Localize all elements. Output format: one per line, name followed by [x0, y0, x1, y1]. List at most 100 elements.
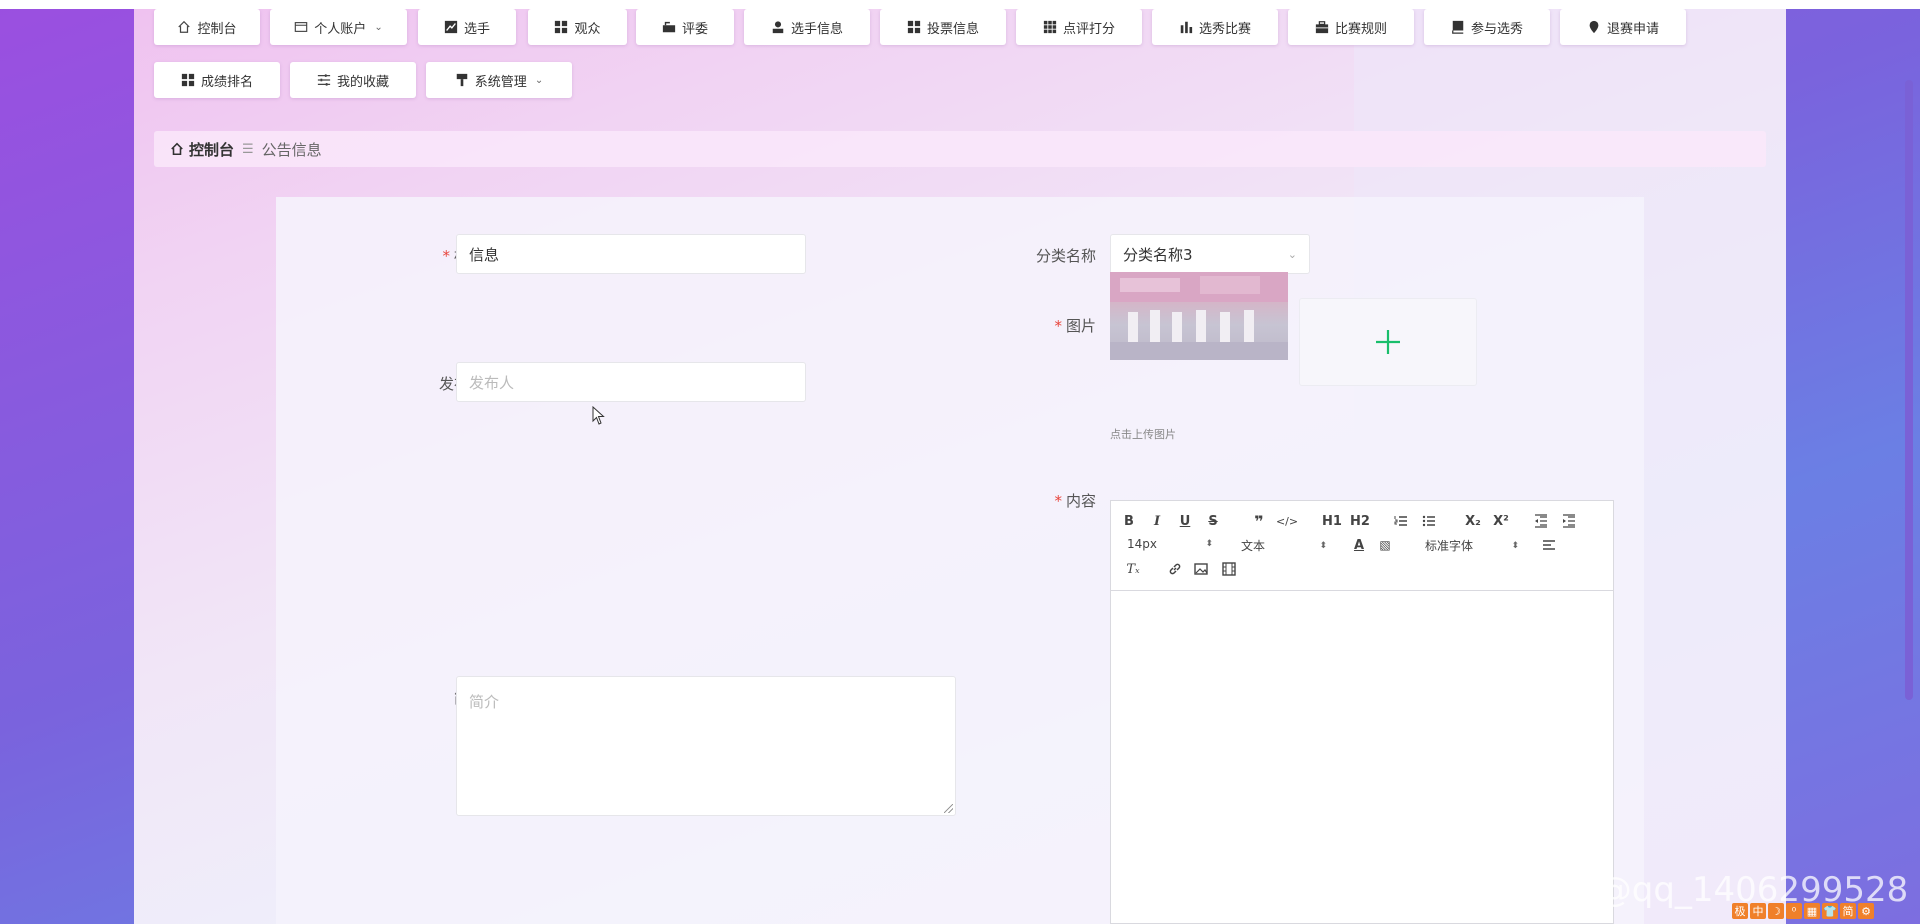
nav-row2-item-0[interactable]: 成绩排名	[154, 62, 280, 98]
nav-label: 系统管理	[474, 74, 527, 90]
image-upload-button[interactable]	[1299, 298, 1477, 386]
subscript-button[interactable]: X₂	[1463, 511, 1483, 531]
blockquote-button[interactable]: ❞	[1251, 511, 1267, 531]
ime-chip[interactable]: 简	[1840, 903, 1856, 919]
nav-label: 评委	[681, 21, 708, 37]
bar-chart-icon	[1179, 20, 1193, 34]
nav-row1-item-6[interactable]: 投票信息	[880, 9, 1006, 45]
outdent-icon	[1535, 514, 1547, 528]
ime-toolbar: 极中 ☽ ⁰ ▦ 👕 简 ⚙	[1732, 903, 1874, 921]
bold-button[interactable]: B	[1121, 511, 1137, 531]
h2-button[interactable]: H2	[1349, 511, 1371, 531]
book-icon	[1451, 20, 1465, 34]
outdent-button[interactable]	[1533, 511, 1549, 531]
stage-photo	[1110, 272, 1288, 360]
uploaded-image-thumbnail[interactable]	[1110, 272, 1288, 360]
heading-select[interactable]: 文本 ⬍	[1241, 537, 1327, 554]
nav-label: 比赛规则	[1334, 21, 1387, 37]
bullet-list-button[interactable]	[1421, 511, 1437, 531]
chevron-down-icon: ⌄	[534, 74, 544, 86]
editor-toolbar: B I U S ❞ </> H1 H2 X₂ X² 14px ⬍ 文本 ⬍ A ▧ …	[1111, 501, 1613, 591]
nav-row1-item-2[interactable]: 选手	[418, 9, 516, 45]
ordered-list-button[interactable]	[1393, 511, 1409, 531]
code-block-button[interactable]: </>	[1276, 511, 1298, 531]
nav-label: 参与选秀	[1470, 21, 1523, 37]
nav-label: 控制台	[197, 21, 237, 37]
ime-chip[interactable]: ⚙	[1858, 903, 1874, 919]
publisher-input[interactable]: 发布人	[456, 362, 806, 402]
background-color-button[interactable]: ▧	[1377, 535, 1393, 555]
nav-label: 成绩排名	[200, 74, 253, 90]
nav-label: 投票信息	[926, 21, 979, 37]
ordered-list-icon	[1394, 516, 1407, 526]
summary-textarea[interactable]: 简介	[456, 676, 956, 816]
heading-value: 文本	[1241, 539, 1266, 553]
updown-icon: ⬍	[1319, 540, 1327, 551]
grid-icon	[181, 73, 195, 87]
grid9-icon	[1043, 20, 1057, 34]
pin-icon	[1587, 20, 1601, 34]
link-icon	[1169, 563, 1181, 575]
nav-row1-item-11[interactable]: 退赛申请	[1560, 9, 1686, 45]
chevron-down-icon: ⌄	[374, 21, 383, 33]
strike-button[interactable]: S	[1205, 511, 1221, 531]
chevron-down-icon: ⌄	[1287, 247, 1297, 261]
ime-chip[interactable]: 👕	[1822, 903, 1838, 919]
ime-chip[interactable]: 极	[1732, 903, 1748, 919]
h1-button[interactable]: H1	[1321, 511, 1343, 531]
nav-label: 观众	[574, 21, 601, 37]
nav-label: 选手	[463, 21, 490, 37]
nav-label: 点评打分	[1062, 21, 1115, 37]
nav-row1-item-4[interactable]: 评委	[636, 9, 734, 45]
vertical-scrollbar[interactable]	[1905, 80, 1913, 700]
clear-format-button[interactable]: Tₓ	[1125, 559, 1141, 579]
nav-label: 选秀比赛	[1198, 21, 1251, 37]
nav-label: 退赛申请	[1606, 21, 1659, 37]
image-button[interactable]	[1193, 559, 1209, 579]
nav-row1-item-0[interactable]: 控制台	[154, 9, 260, 45]
font-size-select[interactable]: 14px ⬍	[1127, 537, 1213, 551]
font-family-select[interactable]: 标准字体 ⬍	[1425, 537, 1519, 554]
summary-placeholder: 简介	[469, 693, 500, 711]
nav-row1-item-5[interactable]: 选手信息	[744, 9, 870, 45]
sliders-icon	[317, 73, 331, 87]
nav-row1-item-10[interactable]: 参与选秀	[1424, 9, 1550, 45]
category-select[interactable]: 分类名称3 ⌄	[1110, 234, 1310, 274]
breadcrumb: 控制台 ☰ 公告信息	[154, 131, 1766, 167]
link-button[interactable]	[1167, 559, 1183, 579]
breadcrumb-home[interactable]: 控制台	[170, 139, 234, 160]
font-size-value: 14px	[1127, 537, 1157, 551]
video-button[interactable]	[1221, 559, 1237, 579]
font-color-button[interactable]: A	[1351, 535, 1367, 555]
nav-row2-item-1[interactable]: 我的收藏	[290, 62, 416, 98]
superscript-button[interactable]: X²	[1491, 511, 1511, 531]
breadcrumb-home-label: 控制台	[189, 140, 235, 159]
bullet-list-icon	[1422, 515, 1435, 527]
ime-chip[interactable]: ⁰	[1786, 903, 1802, 919]
nav-row1-item-8[interactable]: 选秀比赛	[1152, 9, 1278, 45]
nav-row1-item-9[interactable]: 比赛规则	[1288, 9, 1414, 45]
image-icon	[1194, 563, 1208, 575]
nav-row1-item-7[interactable]: 点评打分	[1016, 9, 1142, 45]
grid-icon	[554, 20, 568, 34]
indent-button[interactable]	[1561, 511, 1577, 531]
nav-row1-item-1[interactable]: 个人账户 ⌄	[270, 9, 407, 45]
resize-grip[interactable]	[944, 804, 953, 813]
ime-chip[interactable]: ▦	[1804, 903, 1820, 919]
italic-button[interactable]: I	[1149, 511, 1165, 531]
user-icon	[771, 20, 785, 34]
upload-hint: 点击上传图片	[1110, 428, 1176, 441]
nav-label: 选手信息	[790, 21, 843, 37]
category-value: 分类名称3	[1123, 245, 1193, 264]
align-button[interactable]	[1541, 535, 1557, 555]
nav-label: 个人账户	[314, 21, 367, 37]
ime-chip[interactable]: ☽	[1768, 903, 1784, 919]
underline-button[interactable]: U	[1177, 511, 1193, 531]
breadcrumb-current: 公告信息	[261, 140, 322, 159]
nav-row2-item-2[interactable]: 系统管理 ⌄	[426, 62, 572, 98]
nav-row1-item-3[interactable]: 观众	[528, 9, 627, 45]
title-input[interactable]: 信息	[456, 234, 806, 274]
ime-chip[interactable]: 中	[1750, 903, 1766, 919]
updown-icon: ⬍	[1511, 540, 1519, 551]
video-icon	[1222, 562, 1236, 576]
